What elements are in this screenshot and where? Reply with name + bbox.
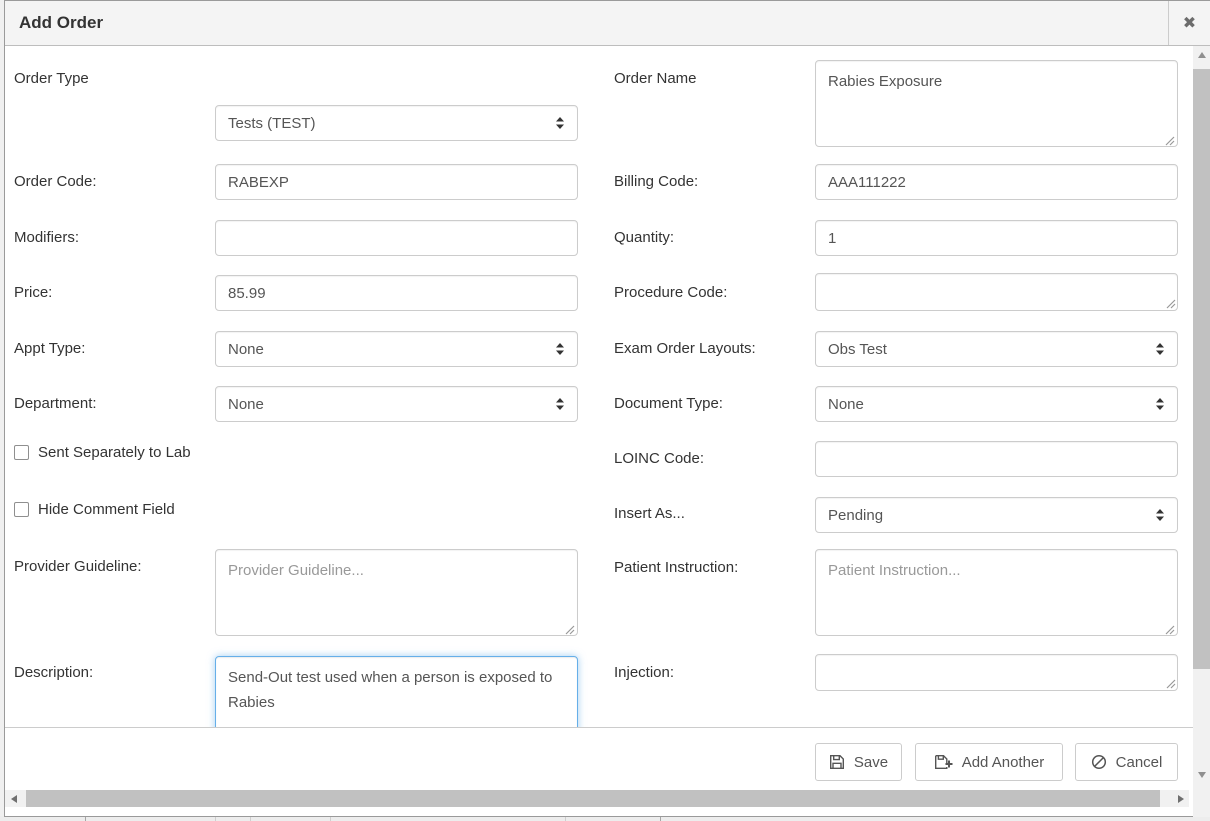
injection-textarea[interactable] — [815, 654, 1178, 691]
quantity-input[interactable] — [815, 220, 1178, 256]
patient-instruction-label: Patient Instruction: — [614, 559, 738, 576]
price-input[interactable] — [215, 275, 578, 311]
scroll-down-button[interactable] — [1193, 766, 1210, 783]
provider-guideline-label: Provider Guideline: — [14, 558, 142, 575]
hide-comment-checkbox[interactable] — [14, 502, 29, 517]
insert-as-value: Pending — [828, 507, 883, 524]
screen: Add Order ✖ Order Type Tests (TEST) Orde… — [0, 0, 1210, 821]
cancel-button[interactable]: Cancel — [1075, 743, 1178, 781]
document-type-select[interactable]: None — [815, 386, 1178, 422]
department-label: Department: — [14, 395, 97, 412]
order-type-label: Order Type — [14, 70, 89, 87]
department-select[interactable]: None — [215, 386, 578, 422]
chevron-updown-icon — [1155, 508, 1165, 522]
hide-comment-row: Hide Comment Field — [14, 501, 175, 518]
close-icon: ✖ — [1183, 13, 1196, 33]
triangle-right-icon — [1178, 795, 1184, 803]
provider-guideline-textarea[interactable] — [215, 549, 578, 636]
billing-code-label: Billing Code: — [614, 173, 698, 190]
sent-separately-label: Sent Separately to Lab — [38, 444, 191, 461]
cancel-button-label: Cancel — [1116, 754, 1163, 771]
quantity-label: Quantity: — [614, 229, 674, 246]
resize-handle-icon[interactable] — [1165, 625, 1175, 635]
horizontal-scrollbar-thumb[interactable] — [26, 790, 1160, 807]
hide-comment-label: Hide Comment Field — [38, 501, 175, 518]
dialog-title: Add Order — [5, 13, 103, 33]
exam-order-layouts-value: Obs Test — [828, 341, 887, 358]
chevron-updown-icon — [555, 397, 565, 411]
document-type-value: None — [828, 396, 864, 413]
sent-separately-checkbox[interactable] — [14, 445, 29, 460]
triangle-down-icon — [1198, 772, 1206, 778]
price-label: Price: — [14, 284, 52, 301]
add-another-button-label: Add Another — [962, 754, 1045, 771]
scrollbar-corner — [1193, 791, 1210, 817]
add-another-icon — [934, 754, 953, 770]
patient-instruction-textarea[interactable] — [815, 549, 1178, 636]
order-code-input[interactable] — [215, 164, 578, 200]
description-label: Description: — [14, 664, 93, 681]
resize-handle-icon[interactable] — [565, 625, 575, 635]
modifiers-input[interactable] — [215, 220, 578, 256]
resize-handle-icon[interactable] — [1166, 299, 1176, 309]
save-icon — [829, 754, 845, 770]
cancel-icon — [1091, 754, 1107, 770]
department-value: None — [228, 396, 264, 413]
triangle-left-icon — [11, 795, 17, 803]
resize-handle-icon[interactable] — [1165, 136, 1175, 146]
triangle-up-icon — [1198, 52, 1206, 58]
dialog-footer: Save Add Another — [5, 727, 1193, 790]
description-textarea[interactable]: Send-Out test used when a person is expo… — [215, 656, 578, 727]
modifiers-label: Modifiers: — [14, 229, 79, 246]
exam-order-layouts-label: Exam Order Layouts: — [614, 340, 756, 357]
resize-handle-icon[interactable] — [1166, 679, 1176, 689]
procedure-code-textarea[interactable] — [815, 273, 1178, 311]
exam-order-layouts-select[interactable]: Obs Test — [815, 331, 1178, 367]
order-type-value: Tests (TEST) — [228, 115, 316, 132]
procedure-code-label: Procedure Code: — [614, 284, 727, 301]
order-code-label: Order Code: — [14, 173, 97, 190]
scroll-left-button[interactable] — [5, 790, 22, 807]
vertical-scrollbar[interactable] — [1193, 46, 1210, 791]
sent-separately-row: Sent Separately to Lab — [14, 444, 191, 461]
insert-as-select[interactable]: Pending — [815, 497, 1178, 533]
scroll-right-button[interactable] — [1172, 790, 1189, 807]
save-button[interactable]: Save — [815, 743, 902, 781]
chevron-updown-icon — [555, 342, 565, 356]
appt-type-label: Appt Type: — [14, 340, 85, 357]
billing-code-input[interactable] — [815, 164, 1178, 200]
loinc-code-label: LOINC Code: — [614, 450, 704, 467]
loinc-code-input[interactable] — [815, 441, 1178, 477]
insert-as-label: Insert As... — [614, 505, 685, 522]
dialog-body: Order Type Tests (TEST) Order Name Rabie… — [5, 46, 1193, 727]
vertical-scrollbar-thumb[interactable] — [1193, 69, 1210, 669]
chevron-updown-icon — [1155, 397, 1165, 411]
chevron-updown-icon — [1155, 342, 1165, 356]
injection-label: Injection: — [614, 664, 674, 681]
scroll-up-button[interactable] — [1193, 46, 1210, 63]
close-button[interactable]: ✖ — [1168, 1, 1210, 45]
order-name-label: Order Name — [614, 70, 697, 87]
dialog-header: Add Order ✖ — [5, 1, 1210, 46]
appt-type-value: None — [228, 341, 264, 358]
add-another-button[interactable]: Add Another — [915, 743, 1063, 781]
appt-type-select[interactable]: None — [215, 331, 578, 367]
document-type-label: Document Type: — [614, 395, 723, 412]
horizontal-scrollbar[interactable] — [5, 790, 1189, 807]
order-name-textarea[interactable]: Rabies Exposure — [815, 60, 1178, 147]
add-order-dialog: Add Order ✖ Order Type Tests (TEST) Orde… — [4, 0, 1210, 817]
order-type-select[interactable]: Tests (TEST) — [215, 105, 578, 141]
chevron-updown-icon — [555, 116, 565, 130]
save-button-label: Save — [854, 754, 888, 771]
